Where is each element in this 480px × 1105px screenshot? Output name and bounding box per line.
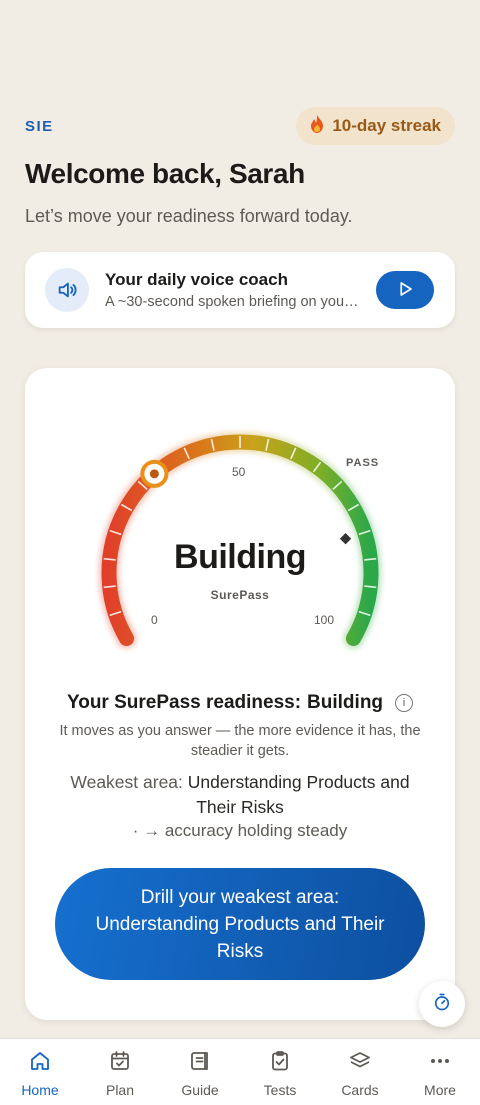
flame-icon bbox=[310, 115, 324, 137]
gauge-state: Building bbox=[174, 538, 306, 576]
home-icon bbox=[28, 1049, 52, 1078]
readiness-label: Your SurePass readiness: bbox=[66, 692, 302, 713]
brand-logo: SIE bbox=[25, 117, 54, 135]
voice-coach-description: A ~30-second spoken briefing on your pro… bbox=[105, 294, 363, 310]
streak-label: 10-day streak bbox=[332, 116, 441, 135]
gauge-brand: SurePass bbox=[210, 588, 270, 602]
tab-label: Guide bbox=[181, 1082, 219, 1098]
tab-cards[interactable]: Cards bbox=[320, 1039, 400, 1105]
speaker-icon bbox=[45, 268, 89, 312]
book-icon bbox=[188, 1049, 212, 1078]
tab-tests[interactable]: Tests bbox=[240, 1039, 320, 1105]
tab-home[interactable]: Home bbox=[0, 1039, 80, 1105]
stopwatch-button[interactable] bbox=[419, 981, 465, 1027]
gauge-max-label: 100 bbox=[314, 613, 335, 627]
page-title: Welcome back, Sarah bbox=[25, 158, 305, 189]
header: SIE 10-day streak bbox=[25, 106, 455, 146]
bottom-tab-bar: Home Plan Guide Tests Cards More bbox=[0, 1038, 480, 1105]
tab-label: Cards bbox=[341, 1082, 379, 1098]
gauge-mid-label: 50 bbox=[232, 465, 246, 479]
play-button[interactable] bbox=[376, 271, 434, 309]
accuracy-trend: · → accuracy holding steady bbox=[132, 821, 348, 840]
weakest-area-prefix: Weakest area: bbox=[70, 772, 183, 792]
readiness-explanation: It moves as you answer — the more eviden… bbox=[59, 723, 421, 759]
gauge-pass-label: PASS bbox=[346, 457, 380, 469]
voice-coach-card[interactable]: Your daily voice coach A ~30-second spok… bbox=[25, 252, 455, 328]
weakest-area-name: Understanding Products and Their Risks bbox=[187, 772, 410, 817]
clipboard-icon bbox=[268, 1049, 292, 1078]
more-icon bbox=[428, 1049, 452, 1078]
tab-plan[interactable]: Plan bbox=[80, 1039, 160, 1105]
gauge-min-label: 0 bbox=[151, 613, 158, 627]
info-icon[interactable]: i bbox=[395, 694, 414, 712]
readiness-gauge bbox=[99, 432, 381, 649]
readiness-card: Building SurePass 0 50 100 PASS Your Sur… bbox=[25, 368, 455, 1020]
streak-badge[interactable]: 10-day streak bbox=[296, 107, 455, 145]
weakest-area: Weakest area: Understanding Products and… bbox=[50, 770, 430, 820]
play-icon bbox=[396, 280, 414, 301]
voice-coach-title: Your daily voice coach bbox=[105, 270, 288, 289]
stopwatch-icon bbox=[432, 992, 452, 1017]
drill-weakest-button[interactable]: Drill your weakest area: Understanding P… bbox=[55, 868, 425, 980]
gauge-value-marker bbox=[140, 459, 169, 488]
calendar-icon bbox=[108, 1049, 132, 1078]
value-marker-dot bbox=[149, 469, 159, 479]
tab-label: Plan bbox=[105, 1082, 135, 1098]
readiness-value: Building bbox=[307, 692, 384, 713]
tab-more[interactable]: More bbox=[400, 1039, 480, 1105]
tab-label: Tests bbox=[263, 1082, 297, 1098]
tab-label: More bbox=[424, 1082, 456, 1098]
tab-guide[interactable]: Guide bbox=[160, 1039, 240, 1105]
layers-icon bbox=[348, 1049, 372, 1078]
tab-label: Home bbox=[21, 1082, 59, 1098]
readiness-heading: Your SurePass readiness: Building i bbox=[25, 692, 455, 714]
page-subtitle: Let’s move your readiness forward today. bbox=[25, 206, 353, 226]
